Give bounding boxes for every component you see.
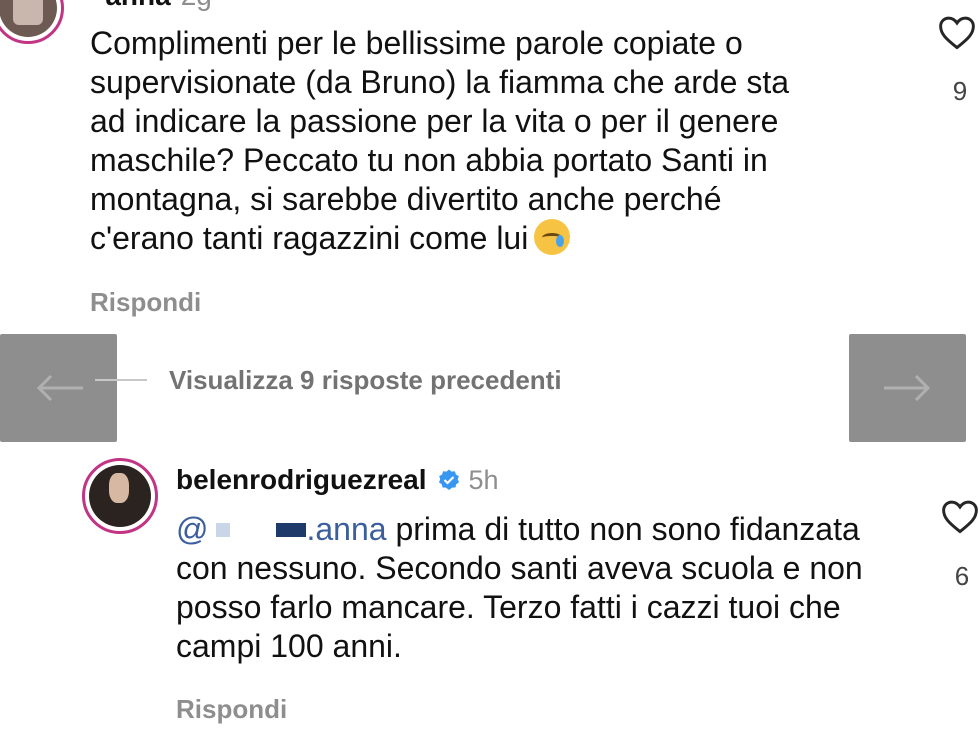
next-button[interactable]	[849, 334, 966, 442]
verified-badge-icon	[438, 469, 459, 490]
comment-time: 2g	[181, 0, 212, 11]
comment-text: Complimenti per le bellissime parole cop…	[90, 24, 910, 258]
redacted-block	[276, 523, 307, 538]
heart-icon[interactable]	[937, 14, 977, 50]
mention-suffix: .anna	[306, 511, 387, 547]
comment-username[interactable]: ·anna	[96, 0, 171, 11]
reply-button[interactable]: Rispondi	[90, 287, 201, 318]
avatar-image	[0, 0, 57, 37]
reply-header: belenrodriguezreal 5h	[176, 464, 499, 496]
replies-divider	[95, 379, 147, 381]
arrow-right-icon	[883, 374, 930, 402]
avatar-reply-author[interactable]	[82, 458, 158, 534]
comment-body: Complimenti per le bellissime parole cop…	[90, 25, 790, 256]
view-replies-button[interactable]: Visualizza 9 risposte precedenti	[95, 362, 562, 398]
mention-at: @	[176, 511, 209, 547]
reply-text: @ .anna prima di tutto non sono fidanzata…	[176, 510, 896, 666]
reply-time: 5h	[468, 464, 499, 495]
avatar-image	[89, 465, 151, 527]
reply-username[interactable]: belenrodriguezreal	[176, 464, 427, 496]
comment-header: ·anna 2g	[96, 0, 212, 12]
like-count: 9	[952, 76, 968, 106]
heart-icon[interactable]	[940, 498, 980, 534]
avatar-commenter[interactable]	[0, 0, 64, 44]
arrow-left-icon	[36, 374, 83, 402]
reply-button[interactable]: Rispondi	[176, 694, 287, 725]
redacted-block	[216, 523, 231, 538]
mention-link[interactable]: @ .anna	[176, 511, 387, 547]
like-count: 6	[954, 561, 970, 591]
view-replies-label: Visualizza 9 risposte precedenti	[169, 364, 562, 395]
crying-face-emoji-icon	[534, 219, 571, 255]
